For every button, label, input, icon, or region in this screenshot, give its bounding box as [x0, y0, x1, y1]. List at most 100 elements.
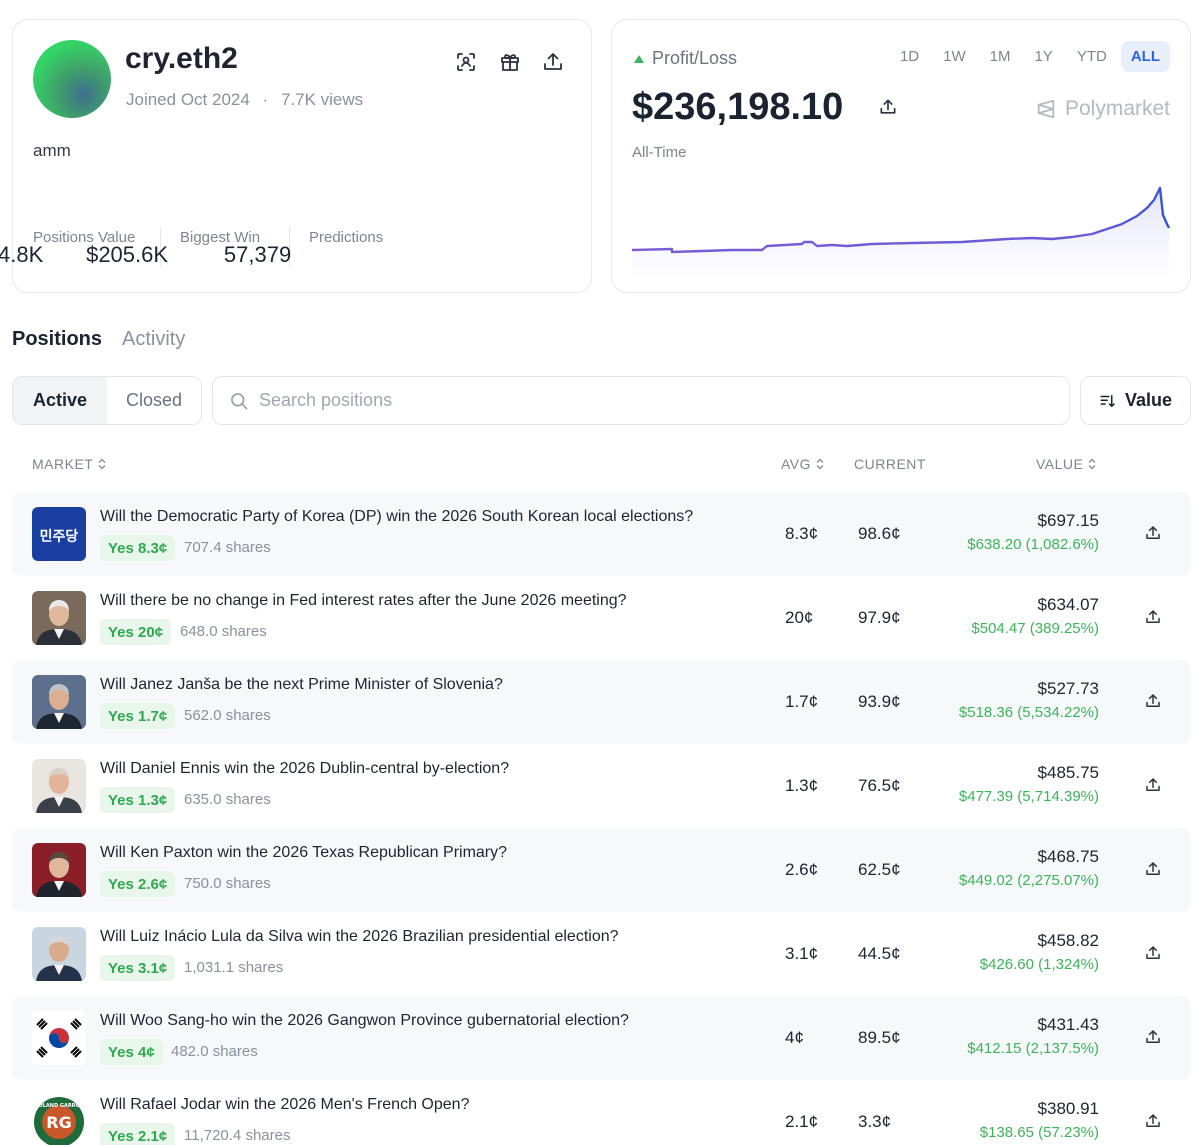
share-icon[interactable]	[541, 50, 565, 74]
column-header-label: AVG	[781, 456, 812, 472]
pnl-label-text: Profit/Loss	[652, 48, 738, 68]
range-1d[interactable]: 1D	[890, 41, 929, 72]
table-row[interactable]: Will Luiz Inácio Lula da Silva win the 2…	[12, 912, 1191, 996]
share-count: 707.4 shares	[184, 539, 271, 556]
table-row[interactable]: Will there be no change in Fed interest …	[12, 576, 1191, 660]
meta-separator: ·	[262, 90, 269, 109]
range-ytd[interactable]: YTD	[1067, 41, 1117, 72]
position-gain: $412.15 (2,137.5%)	[967, 1040, 1099, 1057]
avg-price: 1.7¢	[785, 692, 819, 711]
table-row[interactable]: ROLAND GARROS RG Will Rafael Jodar win t…	[12, 1080, 1191, 1145]
outcome-badge: Yes 3.1¢	[100, 955, 176, 981]
avg-price: 3.1¢	[785, 944, 819, 963]
share-position-icon[interactable]	[1144, 776, 1162, 794]
brand-name: Polymarket	[1064, 97, 1170, 120]
avg-price: 2.6¢	[785, 860, 819, 879]
share-position-icon[interactable]	[1144, 524, 1162, 542]
svg-text:ROLAND GARROS: ROLAND GARROS	[35, 1103, 84, 1109]
outcome-badge: Yes 4¢	[100, 1039, 163, 1065]
avg-price: 2.1¢	[785, 1112, 819, 1131]
share-count: 562.0 shares	[184, 707, 271, 724]
position-gain: $138.65 (57.23%)	[979, 1124, 1099, 1141]
position-value: $634.07	[1037, 595, 1099, 614]
polymarket-brand: Polymarket	[1035, 97, 1170, 121]
avg-price: 20¢	[785, 608, 814, 627]
position-value: $458.82	[1037, 931, 1099, 950]
share-position-icon[interactable]	[1144, 692, 1162, 710]
profile-meta: Joined Oct 2024 · 7.7K views	[126, 90, 363, 110]
pnl-value: $236,198.10	[632, 86, 844, 128]
range-1m[interactable]: 1M	[980, 41, 1021, 72]
status-toggle: Active Closed	[12, 376, 202, 425]
market-question[interactable]: Will the Democratic Party of Korea (DP) …	[100, 508, 693, 526]
table-row[interactable]: 민주당 Will the Democratic Party of Korea (…	[12, 492, 1191, 576]
market-question[interactable]: Will Luiz Inácio Lula da Silva win the 2…	[100, 928, 619, 946]
current-price: 93.9¢	[858, 692, 901, 711]
outcome-badge: Yes 2.1¢	[100, 1123, 176, 1145]
position-value: $468.75	[1037, 847, 1099, 866]
up-arrow-icon	[634, 54, 644, 63]
pnl-sparkline	[632, 186, 1171, 280]
profit-loss-card: Profit/Loss 1D 1W 1M 1Y YTD ALL $236,198.10 P…	[611, 19, 1191, 293]
market-question[interactable]: Will Daniel Ennis win the 2026 Dublin-ce…	[100, 760, 509, 778]
tab-activity[interactable]: Activity	[122, 328, 185, 351]
share-pnl-icon[interactable]	[878, 97, 898, 117]
sort-toggle-icon	[1088, 458, 1096, 470]
avatar	[33, 40, 111, 118]
outcome-badge: Yes 8.3¢	[100, 535, 176, 561]
market-question[interactable]: Will Rafael Jodar win the 2026 Men's Fre…	[100, 1096, 469, 1114]
position-gain: $426.60 (1,324%)	[979, 956, 1099, 973]
username: cry.eth2	[125, 42, 238, 75]
table-row[interactable]: Will Janez Janša be the next Prime Minis…	[12, 660, 1191, 744]
market-thumbnail	[32, 675, 86, 729]
market-question[interactable]: Will Woo Sang-ho win the 2026 Gangwon Pr…	[100, 1012, 629, 1030]
current-price: 62.5¢	[858, 860, 901, 879]
table-row[interactable]: Will Daniel Ennis win the 2026 Dublin-ce…	[12, 744, 1191, 828]
share-position-icon[interactable]	[1144, 860, 1162, 878]
table-row[interactable]: Will Woo Sang-ho win the 2026 Gangwon Pr…	[12, 996, 1191, 1080]
market-thumbnail	[32, 759, 86, 813]
current-price: 76.5¢	[858, 776, 901, 795]
range-1y[interactable]: 1Y	[1024, 41, 1062, 72]
share-position-icon[interactable]	[1144, 944, 1162, 962]
scan-profile-icon[interactable]	[454, 50, 478, 74]
share-position-icon[interactable]	[1144, 1028, 1162, 1046]
profile-card: cry.eth2 Joined Oct 2024 · 7.7K views am…	[0, 19, 592, 293]
column-header-current: CURRENT	[854, 456, 926, 472]
filter-active-button[interactable]: Active	[13, 377, 107, 424]
position-gain: $518.36 (5,534.22%)	[958, 704, 1099, 721]
range-1w[interactable]: 1W	[933, 41, 976, 72]
share-count: 482.0 shares	[171, 1043, 258, 1060]
column-header-value[interactable]: VALUE	[1036, 456, 1096, 472]
position-value: $380.91	[1037, 1099, 1099, 1118]
column-header-avg[interactable]: AVG	[781, 456, 824, 472]
pnl-label: Profit/Loss	[634, 48, 737, 69]
pnl-period: All-Time	[632, 144, 687, 161]
range-all[interactable]: ALL	[1120, 41, 1170, 72]
market-question[interactable]: Will Janez Janša be the next Prime Minis…	[100, 676, 503, 694]
tab-positions[interactable]: Positions	[12, 328, 102, 351]
share-count: 1,031.1 shares	[184, 959, 284, 976]
current-price: 44.5¢	[858, 944, 901, 963]
svg-text:RG: RG	[46, 1113, 71, 1132]
search-input[interactable]	[259, 390, 1069, 411]
share-count: 648.0 shares	[180, 623, 267, 640]
section-tabs: Positions Activity	[12, 328, 185, 351]
market-question[interactable]: Will Ken Paxton win the 2026 Texas Repub…	[100, 844, 507, 862]
market-thumbnail: ROLAND GARROS RG	[32, 1095, 86, 1145]
sort-toggle-icon	[816, 458, 824, 470]
market-question[interactable]: Will there be no change in Fed interest …	[100, 592, 627, 610]
column-header-label: MARKET	[32, 456, 94, 472]
share-position-icon[interactable]	[1144, 1112, 1162, 1130]
outcome-badge: Yes 1.7¢	[100, 703, 176, 729]
sort-value-button[interactable]: Value	[1080, 376, 1191, 425]
table-row[interactable]: Will Ken Paxton win the 2026 Texas Repub…	[12, 828, 1191, 912]
stat-value: 57,379	[223, 242, 292, 267]
market-thumbnail	[32, 591, 86, 645]
filter-closed-button[interactable]: Closed	[107, 377, 201, 424]
stat-predictions: 57,379 Predictions	[224, 223, 383, 267]
column-header-market[interactable]: MARKET	[32, 456, 106, 472]
current-price: 3.3¢	[858, 1112, 892, 1131]
share-position-icon[interactable]	[1144, 608, 1162, 626]
gift-icon[interactable]	[498, 50, 522, 74]
